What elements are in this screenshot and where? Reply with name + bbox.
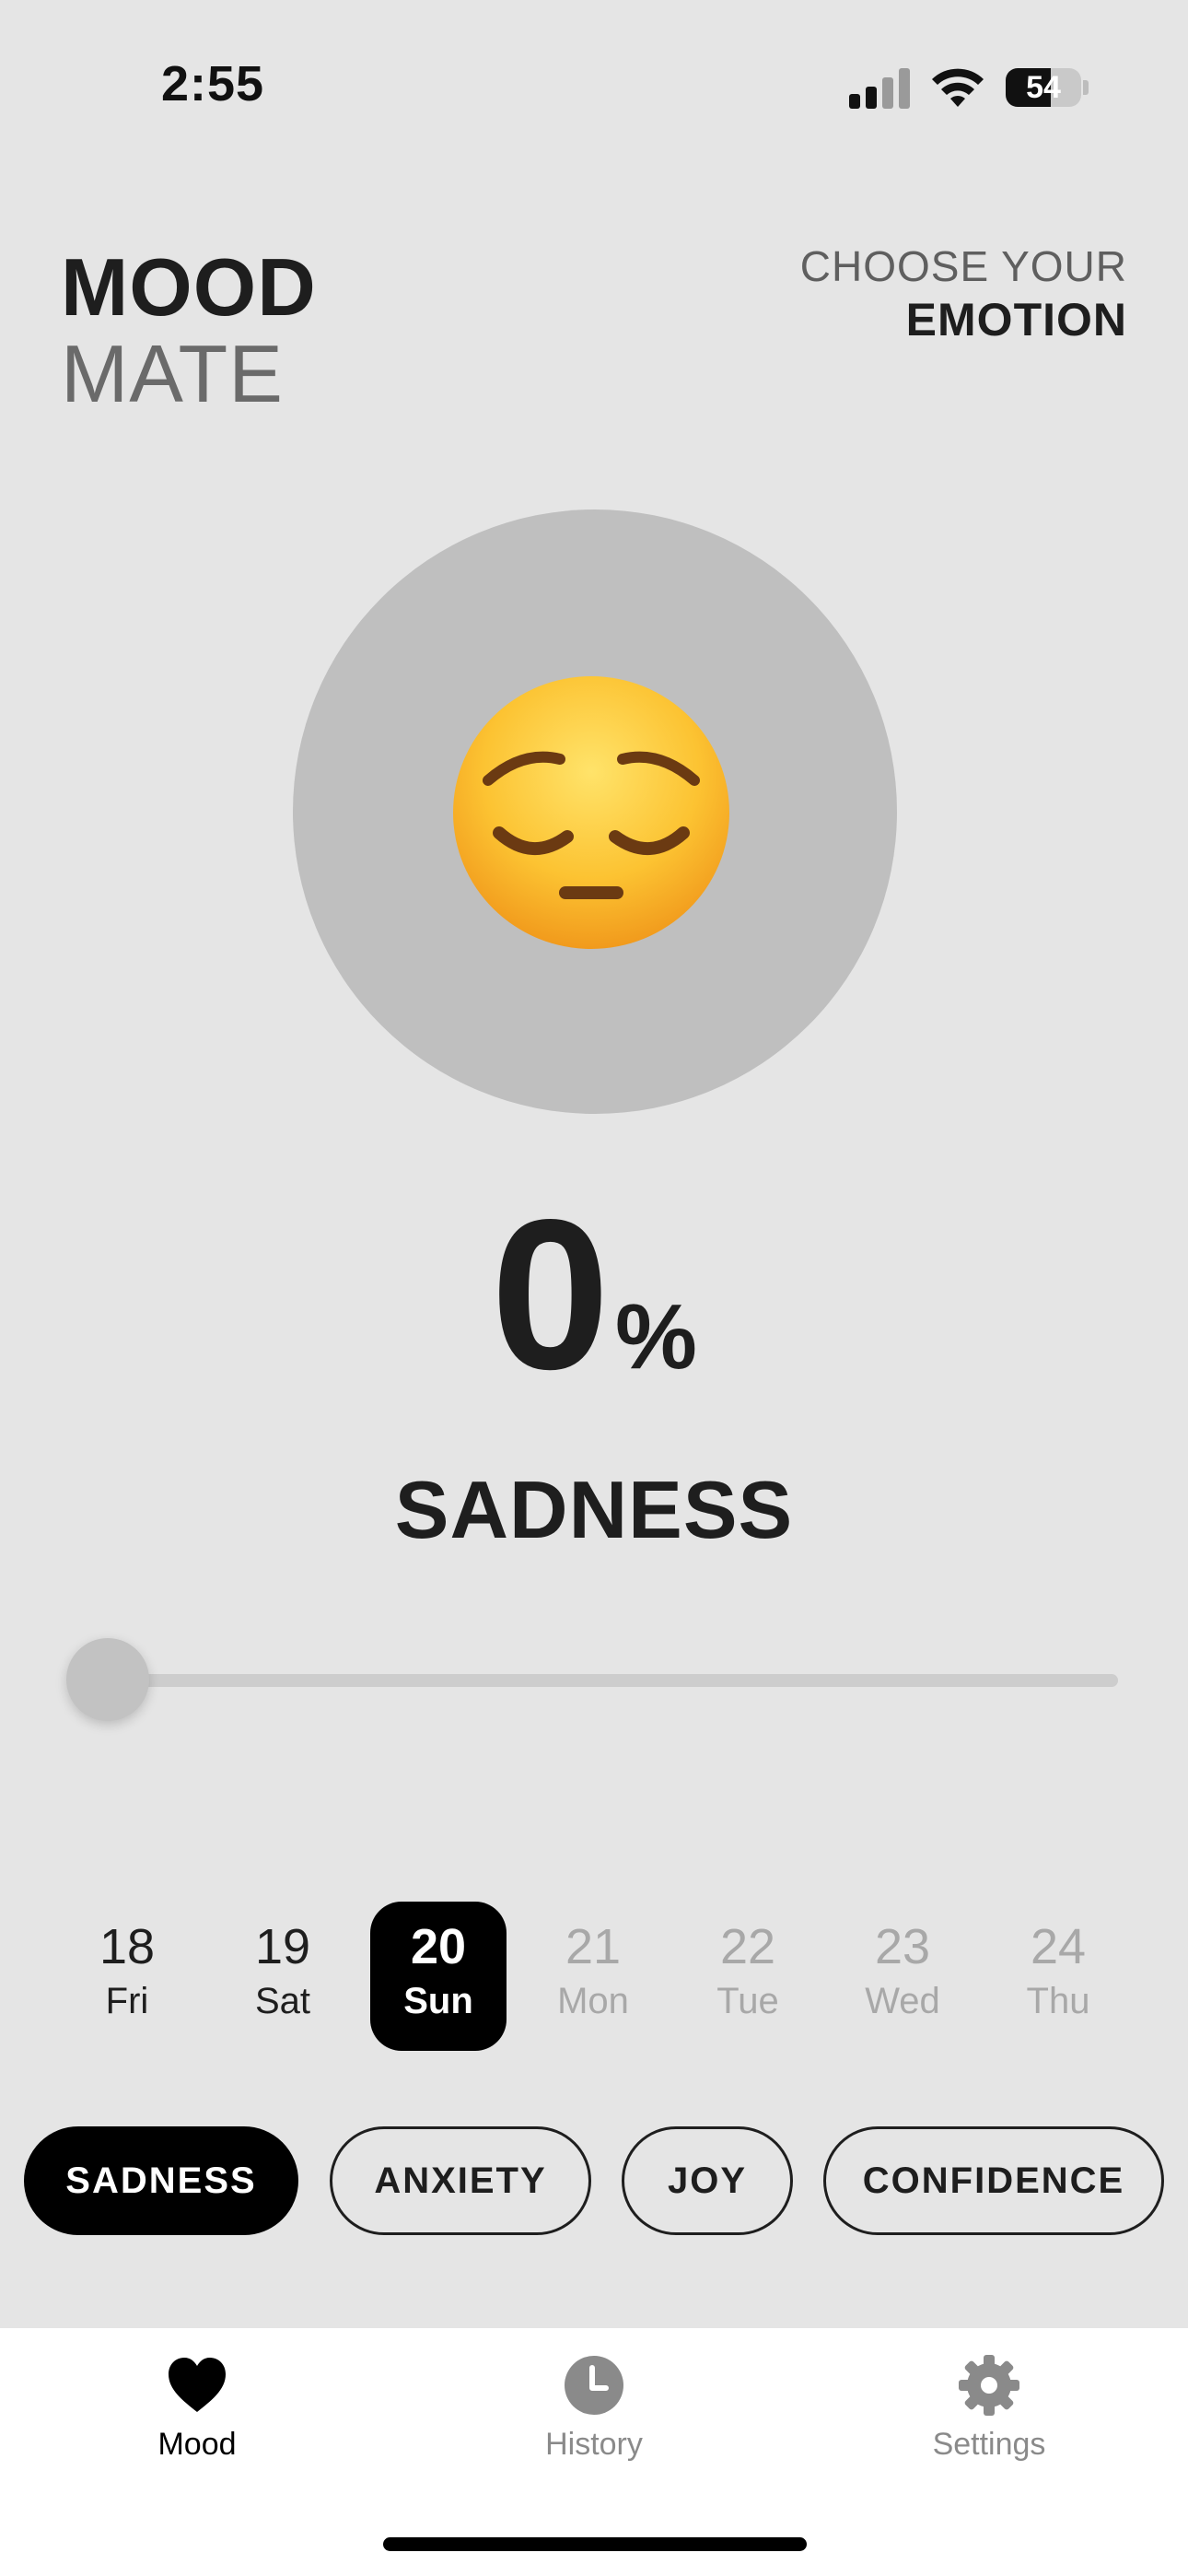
date-weekday: Wed (865, 1981, 940, 2021)
emotion-chip-joy[interactable]: JOY (622, 2126, 793, 2235)
date-day: 18 (99, 1919, 156, 1974)
clock-icon (565, 2356, 623, 2415)
app-logo-line2: MATE (61, 328, 284, 419)
battery-level: 54 (1026, 70, 1061, 105)
date-day: 22 (719, 1919, 776, 1974)
percent-sign: % (615, 1285, 697, 1388)
date-item-23[interactable]: 23 Wed (834, 1902, 971, 2051)
pensive-face-icon (453, 676, 729, 949)
emotion-title: SADNESS (394, 1464, 794, 1555)
date-weekday: Sun (403, 1981, 473, 2021)
date-day: 23 (874, 1919, 931, 1974)
tab-mood[interactable]: Mood (77, 2353, 317, 2463)
cellular-signal-icon (849, 68, 914, 109)
date-item-22[interactable]: 22 Tue (680, 1902, 816, 2051)
prompt-line1: CHOOSE YOUR (799, 242, 1127, 290)
date-item-18[interactable]: 18 Fri (59, 1902, 195, 2051)
wifi-icon (932, 68, 984, 107)
status-time: 2:55 (161, 56, 265, 111)
date-item-21[interactable]: 21 Mon (525, 1902, 661, 2051)
date-weekday: Mon (557, 1981, 629, 2021)
prompt-line2: EMOTION (905, 294, 1127, 345)
home-indicator (383, 2537, 807, 2551)
app-logo-line1: MOOD (61, 241, 317, 333)
emotion-chip-anxiety[interactable]: ANXIETY (330, 2126, 591, 2235)
tab-settings[interactable]: Settings (869, 2353, 1109, 2463)
emotion-chip-sadness[interactable]: SADNESS (24, 2126, 298, 2235)
date-day: 20 (410, 1919, 467, 1974)
percent-value: 0 (491, 1176, 611, 1414)
intensity-slider-track[interactable] (109, 1674, 1118, 1687)
date-day: 21 (565, 1919, 622, 1974)
date-day: 19 (254, 1919, 311, 1974)
battery-cap (1083, 80, 1089, 95)
date-weekday: Sat (254, 1981, 311, 2021)
tab-label: Settings (932, 2427, 1046, 2462)
date-weekday: Thu (1026, 1981, 1090, 2021)
emotion-chip-confidence[interactable]: CONFIDENCE (823, 2126, 1164, 2235)
date-item-20-selected[interactable]: 20 Sun (370, 1902, 507, 2051)
battery-icon: 54 (1006, 68, 1081, 107)
date-item-19[interactable]: 19 Sat (215, 1902, 351, 2051)
tab-label: Mood (157, 2427, 237, 2462)
date-item-24[interactable]: 24 Thu (990, 1902, 1126, 2051)
date-weekday: Fri (105, 1981, 149, 2021)
date-day: 24 (1030, 1919, 1087, 1974)
intensity-slider-thumb[interactable] (66, 1638, 149, 1721)
tab-label: History (545, 2427, 643, 2462)
tab-history[interactable]: History (474, 2353, 714, 2463)
mood-percentage: 0% (0, 1188, 1188, 1402)
date-weekday: Tue (716, 1981, 779, 2021)
gear-icon (959, 2355, 1019, 2416)
heart-icon (169, 2358, 226, 2412)
